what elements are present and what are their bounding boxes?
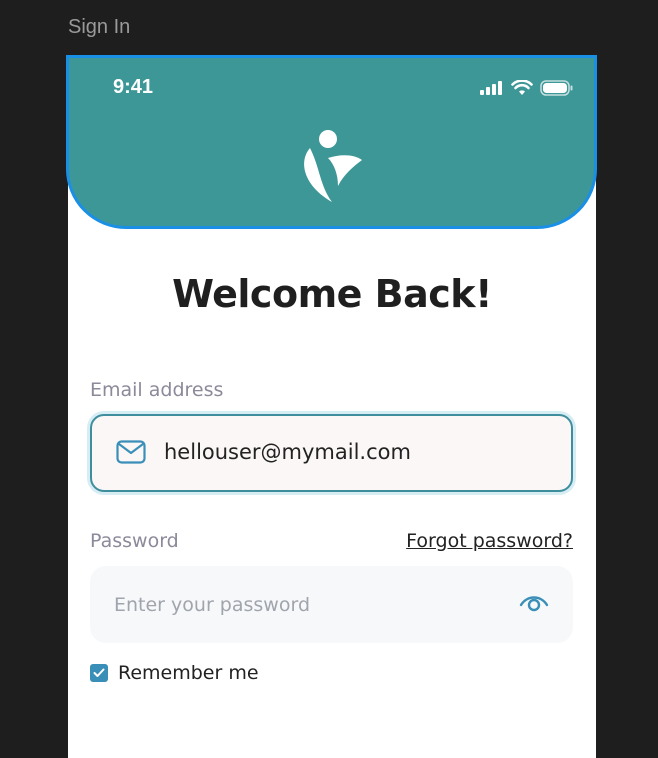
password-label: Password bbox=[90, 530, 179, 552]
email-label: Email address bbox=[90, 379, 224, 401]
remember-me[interactable]: Remember me bbox=[90, 662, 259, 684]
email-field[interactable]: hellouser@mymail.com bbox=[90, 414, 573, 492]
email-value: hellouser@mymail.com bbox=[164, 440, 411, 464]
remember-me-checkbox[interactable] bbox=[90, 664, 108, 682]
eye-icon[interactable] bbox=[519, 593, 549, 613]
phone-screen: 9:41 Welcome Back! Email address hellous… bbox=[68, 58, 596, 758]
remember-me-label: Remember me bbox=[118, 662, 259, 684]
forgot-password-link[interactable]: Forgot password? bbox=[406, 530, 573, 552]
wifi-icon bbox=[511, 80, 533, 95]
page-title: Welcome Back! bbox=[172, 272, 492, 316]
status-time: 9:41 bbox=[113, 76, 154, 98]
header-banner: 9:41 bbox=[68, 58, 596, 228]
mail-icon bbox=[116, 440, 146, 464]
check-icon bbox=[93, 668, 105, 677]
password-input[interactable] bbox=[112, 589, 496, 621]
app-logo-icon bbox=[304, 130, 362, 202]
frame-label: Sign In bbox=[68, 16, 131, 38]
signal-icon bbox=[480, 81, 502, 95]
password-field[interactable] bbox=[90, 566, 573, 643]
battery-icon bbox=[540, 80, 573, 96]
status-icons bbox=[480, 80, 574, 96]
